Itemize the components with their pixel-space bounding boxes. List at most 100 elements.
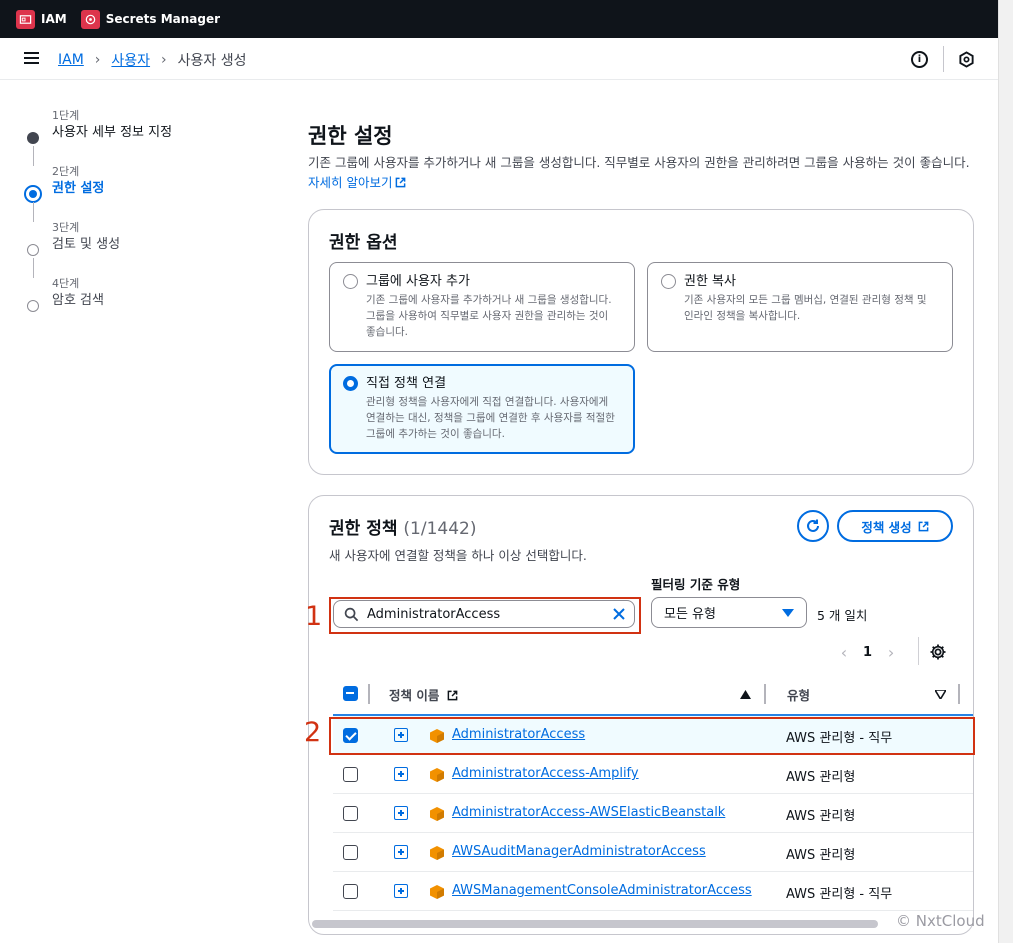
policies-count: (1/1442): [403, 519, 477, 539]
service-shortcut-secrets-manager[interactable]: Secrets Manager: [80, 9, 221, 29]
expand-icon[interactable]: [394, 767, 408, 781]
radio-button-selected[interactable]: [343, 376, 358, 391]
step-label[interactable]: 사용자 세부 정보 지정: [52, 124, 274, 142]
policy-type: AWS 관리형: [786, 770, 856, 785]
expand-icon[interactable]: [394, 845, 408, 859]
policies-subtitle: 새 사용자에 연결할 정책을 하나 이상 선택합니다.: [329, 548, 587, 563]
option-add-to-group[interactable]: 그룹에 사용자 추가 기존 그룹에 사용자를 추가하거나 새 그룹을 생성합니다…: [329, 262, 635, 352]
chevron-right-icon: ›: [94, 52, 101, 68]
select-all-checkbox[interactable]: [343, 686, 358, 701]
column-divider: [368, 684, 370, 704]
page-description: 기존 그룹에 사용자를 추가하거나 새 그룹을 생성합니다. 직무별로 사용자의…: [308, 153, 978, 193]
aws-policy-icon: [430, 807, 444, 821]
watermark: © NxtCloud: [896, 912, 985, 930]
notifications-icon[interactable]: [958, 51, 975, 68]
breadcrumb-bar: IAM › 사용자 › 사용자 생성 i: [0, 38, 998, 80]
table-row[interactable]: AdministratorAccess-Amplify AWS 관리형: [333, 755, 973, 794]
page-description-text: 기존 그룹에 사용자를 추가하거나 새 그룹을 생성합니다. 직무별로 사용자의…: [308, 155, 970, 170]
policy-name-link[interactable]: AdministratorAccess-Amplify: [452, 766, 639, 781]
step-pending-icon: [27, 300, 39, 312]
annotation-label: 2: [304, 717, 322, 748]
radio-button[interactable]: [661, 274, 676, 289]
page-scrollbar[interactable]: [998, 0, 1013, 943]
sort-ascending-icon[interactable]: [740, 690, 751, 699]
step-4: 4단계 암호 검색: [24, 276, 274, 332]
policies-title-text: 권한 정책: [329, 519, 398, 539]
step-label: 암호 검색: [52, 293, 104, 308]
sort-icon[interactable]: [935, 690, 946, 699]
expand-icon[interactable]: [394, 806, 408, 820]
create-policy-label: 정책 생성: [861, 519, 912, 535]
column-divider: [764, 684, 766, 704]
breadcrumb-users[interactable]: 사용자: [111, 50, 150, 70]
option-description: 관리형 정책을 사용자에게 직접 연결합니다. 사용자에게 연결하는 대신, 정…: [366, 396, 615, 440]
step-3: 3단계 검토 및 생성: [24, 220, 274, 278]
row-checkbox[interactable]: [343, 767, 358, 782]
radio-button[interactable]: [343, 274, 358, 289]
chevron-right-icon[interactable]: ›: [882, 643, 900, 662]
gear-icon[interactable]: [929, 643, 947, 661]
service-shortcut-label: Secrets Manager: [105, 12, 221, 26]
column-header-type[interactable]: 유형: [787, 685, 810, 704]
menu-icon[interactable]: [24, 52, 39, 65]
column-header-policy-name[interactable]: 정책 이름: [389, 685, 458, 704]
step-connector: [33, 202, 34, 222]
filter-label: 필터링 기준 유형: [651, 577, 741, 592]
page-title: 권한 설정: [308, 124, 393, 148]
page-number[interactable]: 1: [863, 645, 872, 660]
wizard-steps: 1단계 사용자 세부 정보 지정 2단계 권한 설정 3단계 검토 및 생성 4…: [24, 108, 274, 332]
service-shortcut-iam[interactable]: IAM: [16, 9, 67, 29]
option-copy-permissions[interactable]: 권한 복사 기존 사용자의 모든 그룹 멤버십, 연결된 관리형 정책 및 인라…: [647, 262, 953, 352]
external-link-icon: [918, 521, 929, 531]
policies-title: 권한 정책 (1/1442): [329, 514, 476, 539]
row-checkbox[interactable]: [343, 884, 358, 899]
step-connector: [33, 146, 34, 166]
filter-type-select[interactable]: 모든 유형: [651, 597, 807, 628]
step-number: 4단계: [52, 277, 80, 290]
annotation-box-search: [329, 597, 641, 634]
aws-policy-icon: [430, 846, 444, 860]
breadcrumb-current: 사용자 생성: [177, 53, 247, 69]
breadcrumb-iam[interactable]: IAM: [58, 52, 84, 68]
table-row[interactable]: AWSAuditManagerAdministratorAccess AWS 관…: [333, 833, 973, 872]
column-header-label: 정책 이름: [389, 688, 440, 703]
info-icon[interactable]: i: [911, 51, 928, 68]
learn-more-link[interactable]: 자세히 알아보기: [308, 175, 406, 190]
policy-type: AWS 관리형: [786, 848, 856, 863]
option-title: 직접 정책 연결: [366, 376, 447, 391]
divider: [918, 637, 919, 665]
chevron-right-icon: ›: [161, 52, 167, 68]
permission-options-panel: 권한 옵션 그룹에 사용자 추가 기존 그룹에 사용자를 추가하거나 새 그룹을…: [308, 209, 974, 475]
table-row[interactable]: AWSManagementConsoleAdministratorAccess …: [333, 872, 973, 911]
option-title: 권한 복사: [684, 274, 736, 289]
chevron-left-icon[interactable]: ‹: [835, 643, 853, 662]
row-checkbox[interactable]: [343, 845, 358, 860]
filter-type-value: 모든 유형: [664, 607, 716, 622]
iam-icon: [16, 9, 35, 29]
policy-name-link[interactable]: AdministratorAccess-AWSElasticBeanstalk: [452, 805, 725, 820]
expand-icon[interactable]: [394, 884, 408, 898]
row-checkbox[interactable]: [343, 806, 358, 821]
secrets-manager-icon: [80, 9, 100, 29]
breadcrumb: IAM › 사용자 › 사용자 생성: [58, 50, 247, 70]
match-count: 5 개 일치: [817, 608, 868, 623]
step-connector: [33, 258, 34, 278]
annotation-box-selected-row: [329, 717, 975, 755]
step-number: 3단계: [52, 221, 80, 234]
refresh-button[interactable]: [797, 510, 829, 542]
option-description: 기존 그룹에 사용자를 추가하거나 새 그룹을 생성합니다. 그룹을 사용하여 …: [366, 294, 612, 338]
aws-policy-icon: [430, 768, 444, 782]
step-label: 검토 및 생성: [52, 237, 121, 252]
option-description: 기존 사용자의 모든 그룹 멤버십, 연결된 관리형 정책 및 인라인 정책을 …: [684, 294, 927, 322]
step-done-icon: [27, 132, 39, 144]
option-attach-policies-directly[interactable]: 직접 정책 연결 관리형 정책을 사용자에게 직접 연결합니다. 사용자에게 연…: [329, 364, 635, 454]
pagination: ‹ 1 ›: [835, 643, 900, 662]
table-horizontal-scrollbar[interactable]: [312, 920, 878, 928]
step-number: 1단계: [52, 109, 80, 122]
table-row[interactable]: AdministratorAccess-AWSElasticBeanstalk …: [333, 794, 973, 833]
policy-name-link[interactable]: AWSAuditManagerAdministratorAccess: [452, 844, 706, 859]
create-policy-button[interactable]: 정책 생성: [837, 510, 953, 542]
external-link-icon: [396, 177, 406, 188]
policy-name-link[interactable]: AWSManagementConsoleAdministratorAccess: [452, 883, 752, 898]
refresh-icon: [807, 519, 819, 532]
